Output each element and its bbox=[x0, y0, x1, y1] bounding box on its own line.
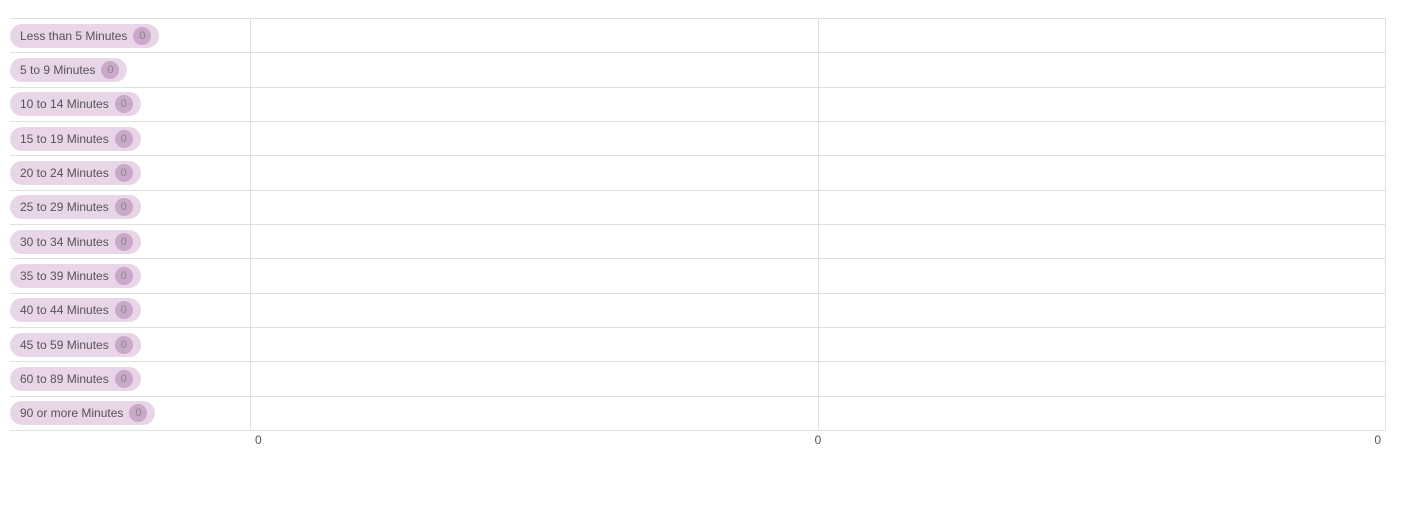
bar-track bbox=[250, 55, 1386, 84]
pill-label: 35 to 39 Minutes bbox=[20, 269, 109, 283]
bar-track bbox=[250, 124, 1386, 153]
bar-track bbox=[250, 158, 1386, 187]
pill-value: 0 bbox=[115, 95, 133, 113]
axis-label: 0 bbox=[1374, 433, 1381, 447]
bar-row: 40 to 44 Minutes 0 bbox=[10, 294, 1386, 328]
label-pill: 15 to 19 Minutes 0 bbox=[10, 127, 250, 151]
chart-container: Less than 5 Minutes05 to 9 Minutes010 to… bbox=[0, 0, 1406, 523]
bar-row: 45 to 59 Minutes 0 bbox=[10, 328, 1386, 362]
bar-row: 90 or more Minutes 0 bbox=[10, 397, 1386, 431]
bar-track bbox=[250, 193, 1386, 222]
label-pill: 60 to 89 Minutes 0 bbox=[10, 367, 250, 391]
label-pill: 20 to 24 Minutes 0 bbox=[10, 161, 250, 185]
pill-label: 5 to 9 Minutes bbox=[20, 63, 95, 77]
pill-value: 0 bbox=[115, 301, 133, 319]
label-pill: 35 to 39 Minutes 0 bbox=[10, 264, 250, 288]
pill-value: 0 bbox=[115, 164, 133, 182]
bar-track bbox=[250, 364, 1386, 393]
pill: 20 to 24 Minutes 0 bbox=[10, 161, 141, 185]
label-pill: 30 to 34 Minutes 0 bbox=[10, 230, 250, 254]
axis-label: 0 bbox=[815, 433, 822, 447]
pill-label: 25 to 29 Minutes bbox=[20, 200, 109, 214]
pill-value: 0 bbox=[101, 61, 119, 79]
pill-label: 20 to 24 Minutes bbox=[20, 166, 109, 180]
bar-track bbox=[250, 90, 1386, 119]
pill-label: 45 to 59 Minutes bbox=[20, 338, 109, 352]
pill-value: 0 bbox=[115, 130, 133, 148]
bar-row: 20 to 24 Minutes 0 bbox=[10, 156, 1386, 190]
bar-row: 10 to 14 Minutes 0 bbox=[10, 88, 1386, 122]
label-pill: 10 to 14 Minutes 0 bbox=[10, 92, 250, 116]
pill: 25 to 29 Minutes 0 bbox=[10, 195, 141, 219]
pill: 45 to 59 Minutes 0 bbox=[10, 333, 141, 357]
bar-track bbox=[250, 330, 1386, 359]
pill-value: 0 bbox=[115, 198, 133, 216]
pill-label: 40 to 44 Minutes bbox=[20, 303, 109, 317]
pill: 30 to 34 Minutes 0 bbox=[10, 230, 141, 254]
chart-area: Less than 5 Minutes05 to 9 Minutes010 to… bbox=[10, 18, 1386, 431]
axis-labels: 0 0 0 bbox=[250, 433, 1386, 447]
pill-value: 0 bbox=[115, 233, 133, 251]
pill: 10 to 14 Minutes 0 bbox=[10, 92, 141, 116]
bar-row: 60 to 89 Minutes 0 bbox=[10, 362, 1386, 396]
pill: 90 or more Minutes 0 bbox=[10, 401, 155, 425]
pill: 5 to 9 Minutes 0 bbox=[10, 58, 127, 82]
label-pill: Less than 5 Minutes 0 bbox=[10, 24, 250, 48]
pill-value: 0 bbox=[115, 336, 133, 354]
label-pill: 90 or more Minutes 0 bbox=[10, 401, 250, 425]
label-pill: 25 to 29 Minutes 0 bbox=[10, 195, 250, 219]
pill: 60 to 89 Minutes 0 bbox=[10, 367, 141, 391]
pill-label: 10 to 14 Minutes bbox=[20, 97, 109, 111]
pill-value: 0 bbox=[133, 27, 151, 45]
bar-row: 25 to 29 Minutes 0 bbox=[10, 191, 1386, 225]
bar-row: Less than 5 Minutes 0 bbox=[10, 18, 1386, 53]
pill: Less than 5 Minutes 0 bbox=[10, 24, 159, 48]
pill-value: 0 bbox=[115, 370, 133, 388]
pill-label: 30 to 34 Minutes bbox=[20, 235, 109, 249]
bar-track bbox=[250, 227, 1386, 256]
label-pill: 45 to 59 Minutes 0 bbox=[10, 333, 250, 357]
bar-track bbox=[250, 21, 1386, 50]
bar-row: 15 to 19 Minutes 0 bbox=[10, 122, 1386, 156]
axis-row: 0 0 0 bbox=[10, 433, 1386, 447]
bar-row: 35 to 39 Minutes 0 bbox=[10, 259, 1386, 293]
bar-row: 5 to 9 Minutes 0 bbox=[10, 53, 1386, 87]
bar-track bbox=[250, 296, 1386, 325]
pill-label: 15 to 19 Minutes bbox=[20, 132, 109, 146]
pill: 40 to 44 Minutes 0 bbox=[10, 298, 141, 322]
bar-track bbox=[250, 399, 1386, 428]
pill-value: 0 bbox=[115, 267, 133, 285]
pill-label: 60 to 89 Minutes bbox=[20, 372, 109, 386]
pill: 35 to 39 Minutes 0 bbox=[10, 264, 141, 288]
pill-value: 0 bbox=[129, 404, 147, 422]
label-pill: 5 to 9 Minutes 0 bbox=[10, 58, 250, 82]
pill-label: Less than 5 Minutes bbox=[20, 29, 127, 43]
bar-row: 30 to 34 Minutes 0 bbox=[10, 225, 1386, 259]
axis-label: 0 bbox=[255, 433, 262, 447]
bar-track bbox=[250, 261, 1386, 290]
pill-label: 90 or more Minutes bbox=[20, 406, 123, 420]
label-pill: 40 to 44 Minutes 0 bbox=[10, 298, 250, 322]
pill: 15 to 19 Minutes 0 bbox=[10, 127, 141, 151]
